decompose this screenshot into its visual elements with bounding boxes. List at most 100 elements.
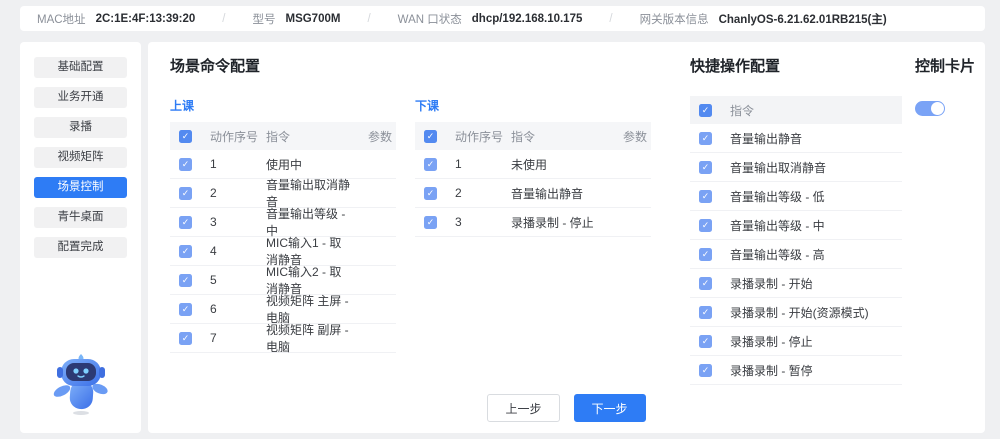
sidebar-item-config-complete[interactable]: 配置完成 — [34, 237, 127, 258]
select-all-checkbox[interactable]: ✓ — [699, 104, 712, 117]
quick-actions-table: ✓ 指令 ✓ 音量输出静音 ✓ 音量输出取消静音 ✓ 音量输出等级 - 低 ✓ … — [690, 96, 902, 385]
quick-cmd: 录播录制 - 停止 — [730, 333, 902, 350]
table-row: ✓ 6 视频矩阵 主屏 - 电脑 — [170, 295, 396, 324]
next-step-button[interactable]: 下一步 — [574, 394, 646, 422]
table-row: ✓ 音量输出等级 - 中 — [690, 211, 902, 240]
control-card-section: 控制卡片 — [915, 55, 985, 116]
row-checkbox[interactable]: ✓ — [179, 216, 192, 229]
action-no: 3 — [210, 215, 266, 229]
table-row: ✓ 音量输出等级 - 高 — [690, 240, 902, 269]
class-end-table: ✓ 动作序号 指令 参数 ✓ 1 未使用 ✓ 2 音量输出静音 — [415, 122, 651, 237]
table-row: ✓ 音量输出静音 — [690, 124, 902, 153]
footer-actions: 上一步 下一步 — [148, 394, 985, 422]
separator: / — [222, 13, 225, 25]
action-cmd: 音量输出静音 — [511, 185, 607, 202]
quick-actions-title: 快捷操作配置 — [690, 55, 902, 76]
row-checkbox[interactable]: ✓ — [699, 219, 712, 232]
class-end-block: 下课 ✓ 动作序号 指令 参数 ✓ 1 未使用 ✓ — [415, 97, 651, 353]
main-card: 场景命令配置 上课 ✓ 动作序号 指令 参数 ✓ 1 使用中 — [148, 42, 985, 433]
action-no: 1 — [210, 157, 266, 171]
mac-value: 2C:1E:4F:13:39:20 — [96, 13, 196, 25]
firmware-value: ChanlyOS-6.21.62.01RB215(主) — [719, 11, 887, 27]
table-row: ✓ 音量输出取消静音 — [690, 153, 902, 182]
quick-cmd: 音量输出取消静音 — [730, 159, 902, 176]
action-no: 3 — [455, 215, 511, 229]
row-checkbox[interactable]: ✓ — [179, 274, 192, 287]
table-row: ✓ 1 使用中 — [170, 150, 396, 179]
model-value: MSG700M — [285, 13, 340, 25]
row-checkbox[interactable]: ✓ — [424, 187, 437, 200]
table-row: ✓ 录播录制 - 开始 — [690, 269, 902, 298]
quick-cmd: 录播录制 - 开始(资源模式) — [730, 304, 902, 321]
device-info-bar: MAC地址 2C:1E:4F:13:39:20 / 型号 MSG700M / W… — [20, 6, 985, 31]
table-row: ✓ 7 视频矩阵 副屏 - 电脑 — [170, 324, 396, 353]
row-checkbox[interactable]: ✓ — [424, 158, 437, 171]
row-checkbox[interactable]: ✓ — [699, 277, 712, 290]
quick-cmd: 音量输出等级 - 低 — [730, 188, 902, 205]
separator: / — [609, 13, 612, 25]
row-checkbox[interactable]: ✓ — [179, 187, 192, 200]
row-checkbox[interactable]: ✓ — [179, 303, 192, 316]
action-no: 4 — [210, 244, 266, 258]
table-row: ✓ 音量输出等级 - 低 — [690, 182, 902, 211]
row-checkbox[interactable]: ✓ — [179, 332, 192, 345]
table-row: ✓ 2 音量输出取消静音 — [170, 179, 396, 208]
quick-cmd: 音量输出等级 - 中 — [730, 217, 902, 234]
column-header: 指令 — [730, 102, 902, 119]
sidebar-item-recording[interactable]: 录播 — [34, 117, 127, 138]
column-header: 动作序号 — [210, 128, 266, 145]
row-checkbox[interactable]: ✓ — [699, 248, 712, 261]
quick-cmd: 录播录制 - 暂停 — [730, 362, 902, 379]
row-checkbox[interactable]: ✓ — [424, 216, 437, 229]
class-start-table: ✓ 动作序号 指令 参数 ✓ 1 使用中 ✓ 2 音量输出取消静音 — [170, 122, 396, 353]
column-header: 动作序号 — [455, 128, 511, 145]
action-no: 2 — [455, 186, 511, 200]
model-label: 型号 — [252, 11, 275, 27]
sidebar-item-scene-control[interactable]: 场景控制 — [34, 177, 127, 198]
table-row: ✓ 录播录制 - 开始(资源模式) — [690, 298, 902, 327]
select-all-checkbox[interactable]: ✓ — [424, 130, 437, 143]
control-card-title: 控制卡片 — [915, 55, 985, 76]
action-no: 1 — [455, 157, 511, 171]
sidebar-item-basic-config[interactable]: 基础配置 — [34, 57, 127, 78]
table-row: ✓ 5 MIC输入2 - 取消静音 — [170, 266, 396, 295]
quick-actions-section: 快捷操作配置 ✓ 指令 ✓ 音量输出静音 ✓ 音量输出取消静音 ✓ 音量输出等级… — [690, 55, 902, 385]
sidebar-item-service-activation[interactable]: 业务开通 — [34, 87, 127, 108]
control-card-toggle[interactable] — [915, 101, 945, 116]
class-end-label: 下课 — [415, 97, 651, 114]
row-checkbox[interactable]: ✓ — [699, 306, 712, 319]
action-no: 6 — [210, 302, 266, 316]
table-row: ✓ 3 音量输出等级 - 中 — [170, 208, 396, 237]
quick-cmd: 音量输出静音 — [730, 130, 902, 147]
row-checkbox[interactable]: ✓ — [699, 335, 712, 348]
separator: / — [367, 13, 370, 25]
firmware-label: 网关版本信息 — [640, 11, 709, 27]
sidebar-item-qingniu-desktop[interactable]: 青牛桌面 — [34, 207, 127, 228]
action-cmd: 使用中 — [266, 156, 352, 173]
mac-label: MAC地址 — [37, 11, 86, 27]
select-all-checkbox[interactable]: ✓ — [179, 130, 192, 143]
column-header: 参数 — [352, 128, 396, 145]
table-row: ✓ 3 录播录制 - 停止 — [415, 208, 651, 237]
row-checkbox[interactable]: ✓ — [699, 190, 712, 203]
column-header: 指令 — [266, 128, 352, 145]
row-checkbox[interactable]: ✓ — [699, 132, 712, 145]
class-start-block: 上课 ✓ 动作序号 指令 参数 ✓ 1 使用中 ✓ — [170, 97, 396, 353]
quick-cmd: 音量输出等级 - 高 — [730, 246, 902, 263]
action-cmd: 未使用 — [511, 156, 607, 173]
prev-step-button[interactable]: 上一步 — [487, 394, 559, 422]
row-checkbox[interactable]: ✓ — [179, 245, 192, 258]
toggle-knob — [931, 102, 944, 115]
table-row: ✓ 录播录制 - 暂停 — [690, 356, 902, 385]
row-checkbox[interactable]: ✓ — [699, 364, 712, 377]
action-cmd: 录播录制 - 停止 — [511, 214, 607, 231]
action-no: 5 — [210, 273, 266, 287]
table-row: ✓ 2 音量输出静音 — [415, 179, 651, 208]
column-header: 指令 — [511, 128, 607, 145]
sidebar-item-video-matrix[interactable]: 视频矩阵 — [34, 147, 127, 168]
class-start-label: 上课 — [170, 97, 396, 114]
row-checkbox[interactable]: ✓ — [179, 158, 192, 171]
wan-status-label: WAN 口状态 — [398, 11, 462, 27]
quick-cmd: 录播录制 - 开始 — [730, 275, 902, 292]
row-checkbox[interactable]: ✓ — [699, 161, 712, 174]
